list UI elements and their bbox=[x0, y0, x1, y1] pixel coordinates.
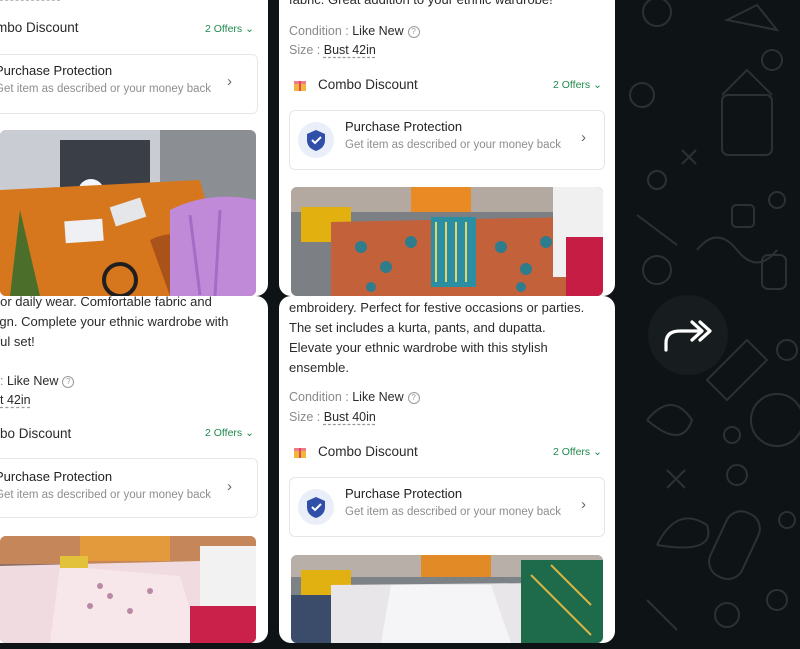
protection-subtitle: Get item as described or your money back bbox=[345, 506, 562, 518]
protection-title: Purchase Protection bbox=[345, 119, 463, 134]
chevron-right-icon: › bbox=[227, 73, 232, 90]
size-row: Size : Bust 42in bbox=[289, 43, 376, 57]
help-circle-icon[interactable]: ? bbox=[62, 376, 75, 388]
chevron-down-icon: ⌄ bbox=[245, 427, 254, 439]
forward-button[interactable] bbox=[648, 295, 728, 375]
dashed-divider bbox=[0, 0, 60, 1]
chevron-down-icon: ⌄ bbox=[593, 79, 602, 91]
product-photo-kurta-printed bbox=[291, 187, 603, 296]
product-card-bottom-right[interactable]: embroidery. Perfect for festive occasion… bbox=[279, 296, 615, 643]
condition-row: Condition : Like New? bbox=[289, 24, 420, 38]
help-circle-icon[interactable]: ? bbox=[407, 392, 420, 404]
description-text: embroidery. Perfect for festive occasion… bbox=[289, 300, 585, 375]
chevron-right-icon: › bbox=[581, 129, 586, 146]
purchase-protection-row[interactable]: Purchase Protection Get item as describe… bbox=[289, 477, 605, 537]
product-card-top-right[interactable]: fabric. Great addition to your ethnic wa… bbox=[279, 0, 615, 296]
description-line: fabric. Great addition to your ethnic wa… bbox=[289, 0, 553, 10]
chevron-right-icon: › bbox=[227, 478, 232, 495]
product-photo[interactable] bbox=[0, 536, 256, 643]
protection-subtitle: Get item as described or your money back bbox=[0, 83, 212, 95]
chevron-down-icon: ⌄ bbox=[245, 23, 254, 35]
condition-row: Condition : Like New? bbox=[289, 390, 420, 404]
offers-link[interactable]: 2 Offers ⌄ bbox=[205, 23, 254, 35]
product-photo[interactable] bbox=[291, 555, 603, 643]
shield-check-icon bbox=[298, 489, 334, 525]
forward-arrow-icon bbox=[664, 320, 712, 352]
protection-subtitle: Get item as described or your money back bbox=[345, 139, 562, 151]
product-photo[interactable] bbox=[291, 187, 603, 296]
size-row: t 42in bbox=[0, 393, 31, 407]
product-photo-kurta-orange bbox=[0, 130, 256, 296]
combo-discount-label: bo Discount bbox=[0, 426, 72, 441]
protection-title: Purchase Protection bbox=[0, 469, 113, 484]
help-circle-icon[interactable]: ? bbox=[407, 26, 420, 38]
product-photo[interactable] bbox=[0, 130, 256, 296]
purchase-protection-row[interactable]: Purchase Protection Get item as describe… bbox=[0, 54, 258, 114]
offers-link[interactable]: 2 Offers ⌄ bbox=[553, 446, 602, 458]
protection-title: Purchase Protection bbox=[345, 486, 463, 501]
combo-discount-label: Combo Discount bbox=[318, 77, 418, 92]
protection-title: Purchase Protection bbox=[0, 63, 113, 78]
product-card-bottom-left[interactable]: s or daily wear. Comfortable fabric and … bbox=[0, 296, 268, 643]
offers-link[interactable]: 2 Offers ⌄ bbox=[553, 79, 602, 91]
gift-icon bbox=[294, 448, 306, 458]
condition-row: : Like New? bbox=[0, 374, 75, 388]
protection-subtitle: Get item as described or your money back bbox=[0, 489, 212, 501]
size-row: Size : Bust 40in bbox=[289, 410, 376, 424]
product-photo-kurta-pink bbox=[0, 536, 256, 643]
purchase-protection-row[interactable]: Purchase Protection Get item as describe… bbox=[0, 458, 258, 518]
description-text: s or daily wear. Comfortable fabric and … bbox=[0, 296, 229, 349]
combo-discount-label: Combo Discount bbox=[318, 444, 418, 459]
offers-link[interactable]: 2 Offers ⌄ bbox=[205, 427, 254, 439]
combo-discount-label: mbo Discount bbox=[0, 20, 79, 35]
purchase-protection-row[interactable]: Purchase Protection Get item as describe… bbox=[289, 110, 605, 170]
product-photo-kurta-white bbox=[291, 555, 603, 643]
gift-icon bbox=[294, 81, 306, 91]
product-card-top-left[interactable]: mbo Discount 2 Offers ⌄ Purchase Protect… bbox=[0, 0, 268, 296]
chevron-down-icon: ⌄ bbox=[593, 446, 602, 458]
shield-check-icon bbox=[298, 122, 334, 158]
chevron-right-icon: › bbox=[581, 496, 586, 513]
